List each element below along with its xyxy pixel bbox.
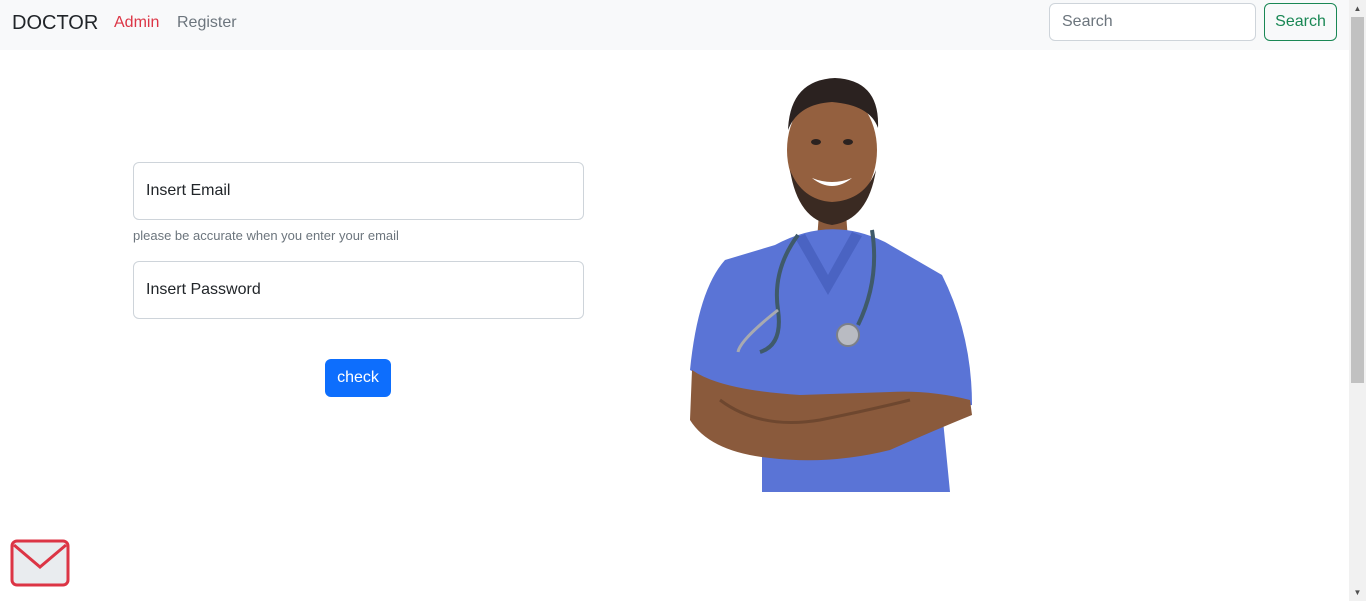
email-help-text: please be accurate when you enter your e… — [133, 228, 399, 243]
email-field[interactable] — [133, 162, 584, 220]
scrollbar[interactable]: ▲ ▼ — [1349, 0, 1366, 601]
search-input[interactable] — [1049, 3, 1256, 41]
scroll-up-icon[interactable]: ▲ — [1349, 0, 1366, 17]
scroll-thumb[interactable] — [1351, 17, 1364, 383]
check-button[interactable]: check — [325, 359, 391, 397]
password-field[interactable] — [133, 261, 584, 319]
nav-link-admin[interactable]: Admin — [114, 14, 159, 32]
search-button[interactable]: Search — [1264, 3, 1337, 41]
brand-logo[interactable]: DOCTOR — [12, 12, 98, 34]
page: DOCTOR Admin Register Search please be a… — [0, 0, 1366, 601]
mail-icon[interactable] — [10, 539, 70, 587]
scroll-down-icon[interactable]: ▼ — [1349, 584, 1366, 601]
navbar: DOCTOR Admin Register Search — [0, 0, 1349, 50]
nav-link-register[interactable]: Register — [177, 14, 237, 32]
doctor-photo — [690, 78, 972, 492]
